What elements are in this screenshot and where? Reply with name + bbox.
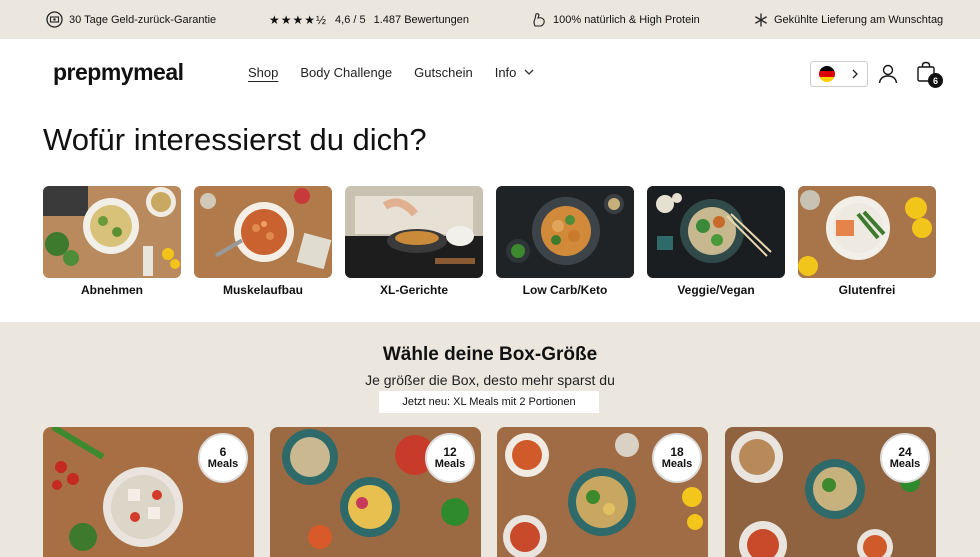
box-card-6[interactable]: 6 Meals (43, 427, 254, 557)
interests-title: Wofür interessierst du dich? (43, 122, 427, 157)
guarantee-item: 30 Tage Geld-zurück-Garantie (46, 0, 216, 39)
box-meal-count: 18 (670, 444, 684, 459)
box-meal-unit: Meals (661, 457, 693, 470)
category-xl-gerichte[interactable]: XL-Gerichte (345, 186, 483, 301)
nav-shop[interactable]: Shop (248, 65, 278, 80)
box-card-12[interactable]: 12 Meals (270, 427, 481, 557)
box-meals-badge: 24 Meals (880, 433, 930, 483)
box-meal-unit: Meals (889, 457, 921, 470)
category-label: Low Carb/Keto (522, 283, 608, 297)
box-meal-unit: Meals (434, 457, 466, 470)
box-meals-badge: 12 Meals (425, 433, 475, 483)
category-muskelaufbau[interactable]: Muskelaufbau (194, 186, 332, 301)
nav-info-label: Info (494, 65, 517, 80)
user-icon (878, 64, 898, 84)
category-label: XL-Gerichte (379, 283, 448, 297)
guarantee-text: 30 Tage Geld-zurück-Garantie (69, 13, 217, 26)
language-selector[interactable] (810, 61, 868, 87)
nav-body-challenge[interactable]: Body Challenge (300, 65, 392, 80)
delivery-item: Gekühlte Lieferung am Wunschtag (754, 0, 943, 39)
category-image (496, 186, 634, 278)
announcement-bar: 30 Tage Geld-zurück-Garantie ★★★★½ 4,6 /… (0, 0, 980, 39)
box-section-title: Wähle deine Box-Größe (382, 344, 598, 365)
natural-text: 100% natürlich & High Protein (553, 13, 700, 26)
delivery-text: Gekühlte Lieferung am Wunschtag (774, 13, 944, 26)
box-size-section: Wähle deine Box-Größe Je größer die Box,… (0, 322, 980, 557)
box-section-subtitle: Je größer die Box, desto mehr sparst du (365, 372, 615, 388)
money-back-icon (46, 11, 63, 28)
category-label: Abnehmen (80, 283, 143, 297)
box-meal-count: 6 (219, 444, 227, 459)
site-header: prepmymeal Shop Body Challenge Gutschein… (0, 39, 980, 111)
box-meals-badge: 6 Meals (198, 433, 248, 483)
logo[interactable]: prepmymeal (53, 59, 184, 86)
box-meals-badge: 18 Meals (652, 433, 702, 483)
snowflake-icon (755, 12, 767, 27)
category-abnehmen[interactable]: Abnehmen (43, 186, 181, 301)
account-button[interactable] (877, 63, 899, 85)
category-veggie-vegan[interactable]: Veggie/Vegan (647, 186, 785, 301)
rating-item[interactable]: ★★★★½ 4,6 / 5 1.487 Bewertungen (269, 0, 469, 39)
rating-stars: ★★★★½ (269, 12, 328, 27)
category-label: Muskelaufbau (222, 283, 303, 297)
category-image (798, 186, 936, 278)
nav-info[interactable]: Info (495, 65, 535, 80)
category-label: Veggie/Vegan (677, 283, 755, 297)
box-card-24[interactable]: 24 Meals (725, 427, 936, 557)
category-low-carb-keto[interactable]: Low Carb/Keto (496, 186, 634, 301)
category-label: Glutenfrei (838, 283, 896, 297)
germany-flag-icon (819, 66, 835, 82)
nav-gutschein[interactable]: Gutschein (414, 65, 473, 80)
box-card-18[interactable]: 18 Meals (497, 427, 708, 557)
review-count: 1.487 Bewertungen (373, 13, 470, 26)
main-nav: Shop Body Challenge Gutschein Info (248, 65, 556, 80)
category-image (43, 186, 181, 278)
natural-item: 100% natürlich & High Protein (532, 0, 700, 39)
rating-value: 4,6 / 5 (335, 13, 366, 26)
chevron-right-icon (852, 69, 858, 79)
box-meal-count: 12 (443, 444, 457, 459)
muscle-icon (533, 12, 545, 27)
box-meal-unit: Meals (207, 457, 239, 470)
category-image (194, 186, 332, 278)
chevron-down-icon (524, 69, 534, 75)
category-glutenfrei[interactable]: Glutenfrei (798, 186, 936, 301)
cart-button[interactable]: 6 (916, 61, 943, 88)
category-row: Abnehmen Muskelaufbau XL-Gerichte Low Ca… (43, 186, 937, 301)
cart-count-badge: 6 (928, 73, 943, 88)
box-meal-count: 24 (898, 444, 912, 459)
category-image (647, 186, 785, 278)
xl-meals-pill: Jetzt neu: XL Meals mit 2 Portionen (379, 391, 599, 413)
category-image (345, 186, 483, 278)
